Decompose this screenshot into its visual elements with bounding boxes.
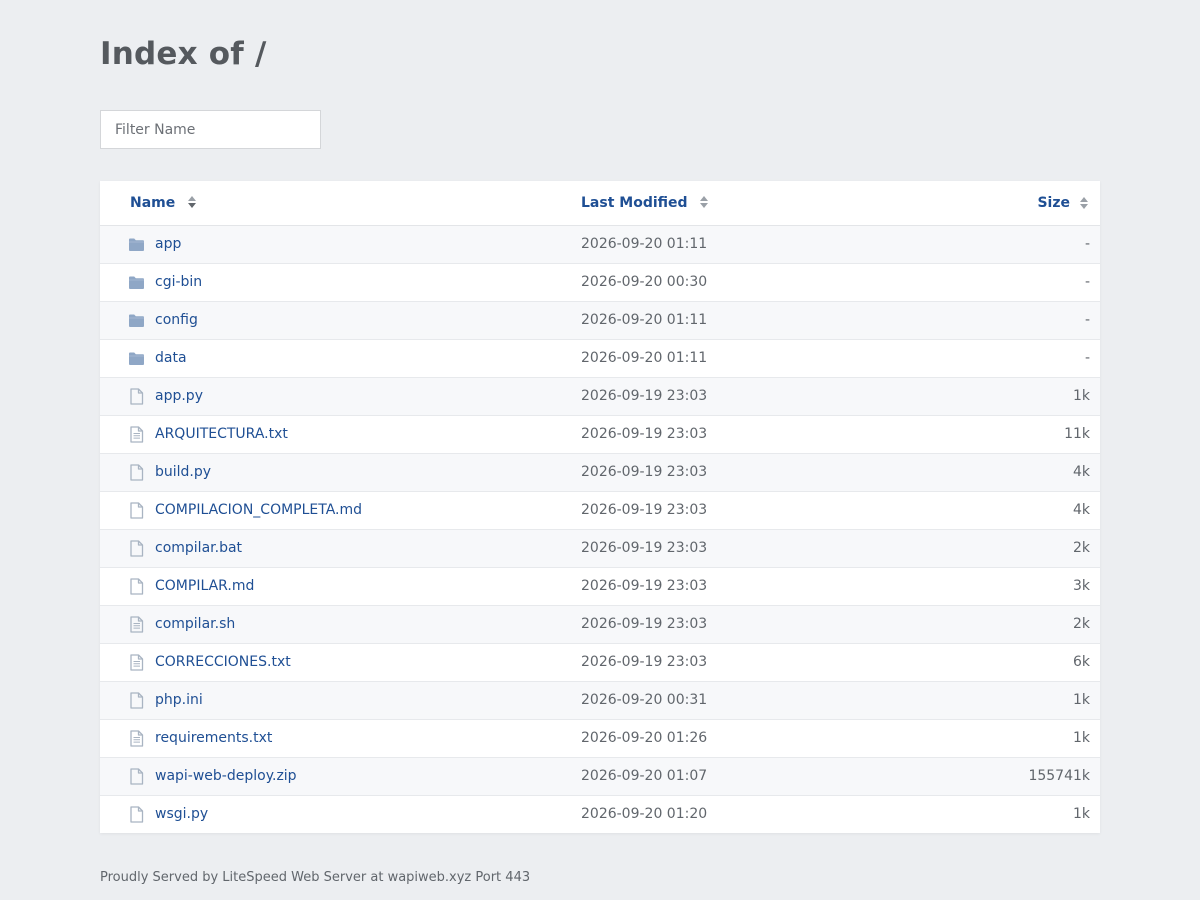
- text-file-icon: [128, 654, 145, 671]
- size-value: 1k: [1072, 692, 1090, 708]
- table-row: COMPILAR.md 2026-09-19 23:03 3k: [100, 568, 1100, 606]
- file-icon: [128, 806, 145, 823]
- file-link[interactable]: CORRECCIONES.txt: [155, 644, 291, 681]
- file-link[interactable]: data: [155, 340, 187, 377]
- table-row: wapi-web-deploy.zip 2026-09-20 01:07 15574…: [100, 758, 1100, 796]
- table-body: app 2026-09-20 01:11 - cgi-bin 2026-09-20 00…: [100, 226, 1100, 833]
- file-icon: [128, 502, 145, 519]
- table-row: compilar.bat 2026-09-19 23:03 2k: [100, 530, 1100, 568]
- table-row: wsgi.py 2026-09-20 01:20 1k: [100, 796, 1100, 833]
- table-row: data 2026-09-20 01:11 -: [100, 340, 1100, 378]
- last-modified-value: 2026-09-20 01:11: [581, 350, 708, 366]
- file-icon: [128, 692, 145, 709]
- file-table: Name Last Modified Size app 2026-09-20 0…: [100, 181, 1100, 833]
- size-value: 1k: [1072, 388, 1090, 404]
- file-link[interactable]: wapi-web-deploy.zip: [155, 758, 297, 795]
- table-row: app 2026-09-20 01:11 -: [100, 226, 1100, 264]
- size-value: 4k: [1072, 464, 1090, 480]
- last-modified-value: 2026-09-20 01:07: [581, 768, 708, 784]
- size-value: 1k: [1072, 730, 1090, 746]
- file-link[interactable]: COMPILAR.md: [155, 568, 254, 605]
- column-header-size-label: Size: [1037, 195, 1070, 211]
- last-modified-value: 2026-09-19 23:03: [581, 502, 708, 518]
- last-modified-value: 2026-09-19 23:03: [581, 578, 708, 594]
- table-row: requirements.txt 2026-09-20 01:26 1k: [100, 720, 1100, 758]
- last-modified-value: 2026-09-20 00:31: [581, 692, 708, 708]
- table-row: build.py 2026-09-19 23:03 4k: [100, 454, 1100, 492]
- size-value: -: [1084, 312, 1090, 328]
- column-header-last-modified[interactable]: Last Modified: [581, 181, 709, 225]
- size-value: 3k: [1072, 578, 1090, 594]
- file-link[interactable]: build.py: [155, 454, 211, 491]
- last-modified-value: 2026-09-20 01:20: [581, 806, 708, 822]
- table-row: cgi-bin 2026-09-20 00:30 -: [100, 264, 1100, 302]
- size-value: -: [1084, 274, 1090, 290]
- size-value: 155741k: [1028, 768, 1090, 784]
- file-link[interactable]: COMPILACION_COMPLETA.md: [155, 492, 362, 529]
- last-modified-value: 2026-09-19 23:03: [581, 464, 708, 480]
- file-link[interactable]: cgi-bin: [155, 264, 202, 301]
- last-modified-value: 2026-09-20 01:11: [581, 236, 708, 252]
- file-link[interactable]: wsgi.py: [155, 796, 208, 833]
- file-link[interactable]: requirements.txt: [155, 720, 272, 757]
- folder-icon: [128, 274, 145, 291]
- page-title: Index of /: [100, 36, 267, 72]
- last-modified-value: 2026-09-20 01:11: [581, 312, 708, 328]
- last-modified-value: 2026-09-19 23:03: [581, 654, 708, 670]
- table-header: Name Last Modified Size: [100, 181, 1100, 226]
- file-icon: [128, 540, 145, 557]
- folder-icon: [128, 312, 145, 329]
- file-link[interactable]: app.py: [155, 378, 203, 415]
- text-file-icon: [128, 426, 145, 443]
- file-icon: [128, 464, 145, 481]
- table-row: php.ini 2026-09-20 00:31 1k: [100, 682, 1100, 720]
- table-row: CORRECCIONES.txt 2026-09-19 23:03 6k: [100, 644, 1100, 682]
- file-icon: [128, 578, 145, 595]
- last-modified-value: 2026-09-19 23:03: [581, 426, 708, 442]
- last-modified-value: 2026-09-20 00:30: [581, 274, 708, 290]
- size-value: 11k: [1064, 426, 1090, 442]
- file-icon: [128, 768, 145, 785]
- last-modified-value: 2026-09-19 23:03: [581, 616, 708, 632]
- size-value: -: [1084, 236, 1090, 252]
- server-footer: Proudly Served by LiteSpeed Web Server a…: [100, 870, 531, 885]
- last-modified-value: 2026-09-20 01:26: [581, 730, 708, 746]
- file-icon: [128, 388, 145, 405]
- file-link[interactable]: app: [155, 226, 181, 263]
- size-value: 2k: [1072, 540, 1090, 556]
- file-link[interactable]: compilar.sh: [155, 606, 235, 643]
- file-link[interactable]: php.ini: [155, 682, 203, 719]
- column-header-last-modified-label: Last Modified: [581, 195, 688, 211]
- table-row: ARQUITECTURA.txt 2026-09-19 23:03 11k: [100, 416, 1100, 454]
- folder-icon: [128, 236, 145, 253]
- size-value: 2k: [1072, 616, 1090, 632]
- size-value: 4k: [1072, 502, 1090, 518]
- file-link[interactable]: ARQUITECTURA.txt: [155, 416, 288, 453]
- text-file-icon: [128, 730, 145, 747]
- column-header-size[interactable]: Size: [1037, 181, 1090, 225]
- table-row: config 2026-09-20 01:11 -: [100, 302, 1100, 340]
- size-value: 6k: [1072, 654, 1090, 670]
- folder-icon: [128, 350, 145, 367]
- filter-name-input[interactable]: [100, 110, 321, 149]
- column-header-name[interactable]: Name: [130, 181, 197, 225]
- sort-icon: [188, 196, 197, 208]
- file-link[interactable]: compilar.bat: [155, 530, 242, 567]
- table-row: compilar.sh 2026-09-19 23:03 2k: [100, 606, 1100, 644]
- sort-icon: [700, 196, 709, 208]
- text-file-icon: [128, 616, 145, 633]
- size-value: 1k: [1072, 806, 1090, 822]
- size-value: -: [1084, 350, 1090, 366]
- file-link[interactable]: config: [155, 302, 198, 339]
- table-row: COMPILACION_COMPLETA.md 2026-09-19 23:03 4…: [100, 492, 1100, 530]
- last-modified-value: 2026-09-19 23:03: [581, 388, 708, 404]
- sort-icon: [1080, 197, 1088, 209]
- column-header-name-label: Name: [130, 195, 176, 211]
- last-modified-value: 2026-09-19 23:03: [581, 540, 708, 556]
- table-row: app.py 2026-09-19 23:03 1k: [100, 378, 1100, 416]
